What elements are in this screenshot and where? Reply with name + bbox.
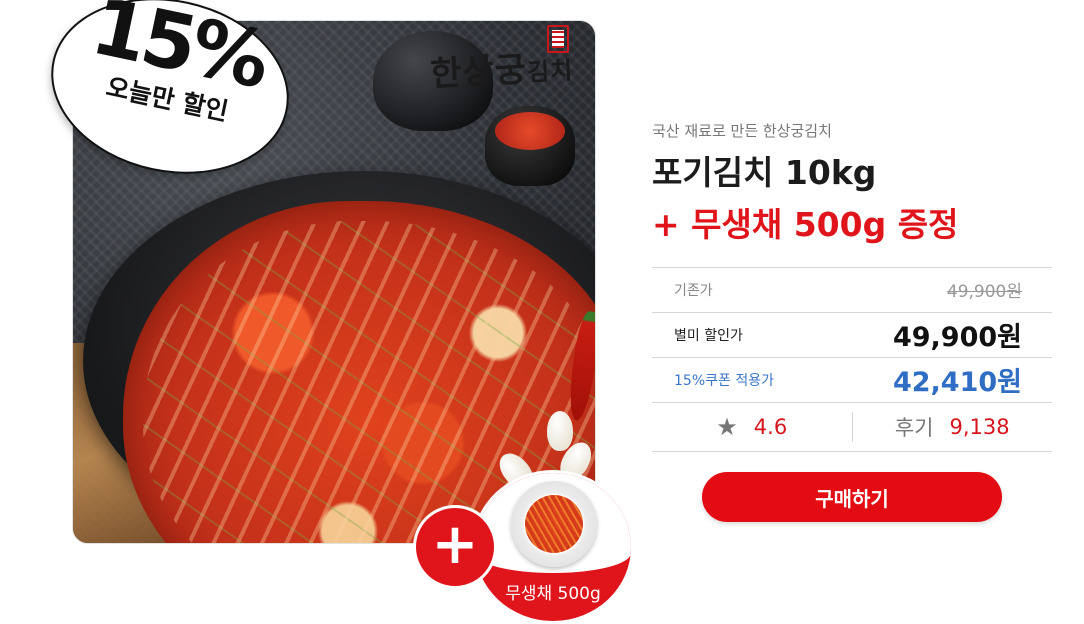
product-gift-title: + 무생채 500g 증정	[652, 205, 959, 244]
product-title: 포기김치 10kg	[652, 153, 877, 192]
product-subtitle: 국산 재료로 만든 한상궁김치	[652, 122, 832, 140]
original-price-value: 49,900원	[946, 282, 1022, 302]
sale-price-row: 별미 할인가 49,900원	[652, 312, 1052, 356]
rating-value: 4.6	[753, 415, 788, 439]
garlic-clove	[547, 411, 573, 451]
logo-suffix: 김치	[526, 55, 574, 87]
bonus-image-area	[475, 473, 631, 573]
sale-price-label: 별미 할인가	[674, 327, 743, 344]
seal-stamp	[547, 25, 569, 53]
original-price-label: 기존가	[674, 282, 713, 299]
buy-button[interactable]: 구매하기	[702, 472, 1002, 522]
radish-salad-bowl	[511, 481, 597, 567]
coupon-price-label: 15%쿠폰 적용가	[674, 372, 774, 389]
review-label: 후기	[894, 416, 934, 440]
review-cell[interactable]: 후기 9,138	[853, 412, 1053, 442]
coupon-price-row: 15%쿠폰 적용가 42,410원	[652, 357, 1052, 401]
chili-powder	[495, 112, 565, 150]
original-price-row: 기존가 49,900원	[652, 267, 1052, 311]
review-count: 9,138	[949, 415, 1010, 439]
sale-price-value: 49,900원	[892, 322, 1022, 353]
star-icon: ★	[716, 413, 738, 441]
chili-powder-jar	[485, 106, 575, 186]
coupon-price-value: 42,410원	[892, 367, 1022, 398]
rating-cell: ★ 4.6	[652, 412, 853, 442]
plus-icon: +	[413, 505, 497, 589]
bonus-label: 무생채 500g	[505, 584, 601, 604]
stats-row: ★ 4.6 후기 9,138	[652, 402, 1052, 452]
logo-main: 한상궁	[429, 49, 529, 95]
